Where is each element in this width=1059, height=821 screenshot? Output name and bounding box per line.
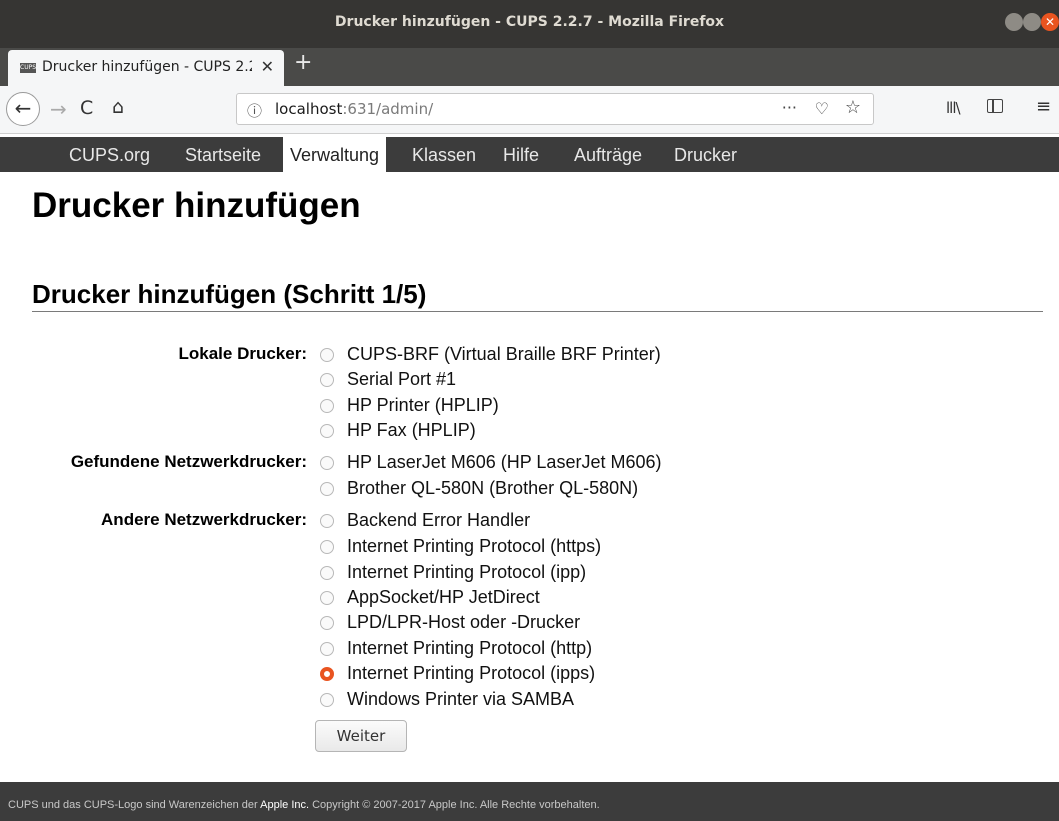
cups-nav-auftraege[interactable]: Aufträge [567,137,649,172]
group-label-gefundene-netzwerkdrucker: Gefundene Netzwerkdrucker: [70,452,307,471]
maximize-window-button[interactable] [1023,13,1041,31]
radio-button[interactable] [320,540,334,554]
radio-label[interactable]: AppSocket/HP JetDirect [347,587,540,608]
group-label-andere-netzwerkdrucker: Andere Netzwerkdrucker: [101,510,307,529]
radio-button[interactable] [320,591,334,605]
radio-label[interactable]: Internet Printing Protocol (ipps) [347,663,595,684]
radio-label[interactable]: HP LaserJet M606 (HP LaserJet M606) [347,452,661,473]
url-host: localhost [275,100,343,118]
radio-label[interactable]: Windows Printer via SAMBA [347,689,574,710]
radio-label[interactable]: Internet Printing Protocol (ipp) [347,562,586,583]
radio-label[interactable]: HP Printer (HPLIP) [347,395,499,416]
cups-nav-cups-org[interactable]: CUPS.org [62,137,157,172]
page-actions-icon[interactable]: ··· [782,98,797,117]
tab-title: Drucker hinzufügen - CUPS 2.2.7 [42,59,252,75]
cups-nav-verwaltung[interactable]: Verwaltung [283,137,387,172]
radio-button[interactable] [320,642,334,656]
url-text[interactable]: localhost:631/admin/ [275,100,433,118]
radio-label[interactable]: LPD/LPR-Host oder -Drucker [347,612,580,633]
tab-close-icon[interactable]: ✕ [261,57,274,76]
close-window-button[interactable]: ✕ [1041,13,1059,31]
sidebar-toggle-icon[interactable] [987,99,1003,113]
radio-button[interactable] [320,348,334,362]
radio-button-selected[interactable] [320,667,334,681]
weiter-button[interactable]: Weiter [315,720,407,752]
tab-strip: CUPS Drucker hinzufügen - CUPS 2.2.7 ✕ + [0,48,1059,86]
radio-label[interactable]: Internet Printing Protocol (https) [347,536,601,557]
new-tab-button[interactable]: + [294,50,312,75]
pocket-icon[interactable]: ♡ [815,99,829,118]
radio-label[interactable]: Serial Port #1 [347,369,456,390]
url-bar[interactable]: ⓘ localhost:631/admin/ ··· ♡ ☆ [236,93,874,125]
footer-copyright: CUPS und das CUPS-Logo sind Warenzeichen… [8,799,600,811]
navigation-toolbar: ← → C ⌂ ⓘ localhost:631/admin/ ··· ♡ ☆ l… [0,86,1059,134]
radio-label[interactable]: CUPS-BRF (Virtual Braille BRF Printer) [347,344,661,365]
window-titlebar: Drucker hinzufügen - CUPS 2.2.7 - Mozill… [0,0,1059,48]
minimize-window-button[interactable] [1005,13,1023,31]
bookmark-star-icon[interactable]: ☆ [845,97,861,118]
library-icon[interactable]: lll\ [946,99,961,117]
radio-button[interactable] [320,399,334,413]
radio-label[interactable]: Brother QL-580N (Brother QL-580N) [347,478,638,499]
radio-button[interactable] [320,373,334,387]
cups-nav-klassen[interactable]: Klassen [405,137,483,172]
cups-menu-bar: CUPS.org Startseite Verwaltung Klassen H… [0,137,1059,172]
url-path: :631/admin/ [342,100,434,118]
radio-button[interactable] [320,616,334,630]
cups-favicon-icon: CUPS [20,63,37,73]
browser-tab-active[interactable]: CUPS Drucker hinzufügen - CUPS 2.2.7 ✕ [8,50,284,86]
site-info-icon[interactable]: ⓘ [247,100,262,121]
cups-nav-drucker[interactable]: Drucker [667,137,744,172]
radio-button[interactable] [320,456,334,470]
page-title: Drucker hinzufügen [32,186,361,225]
group-label-lokale-drucker: Lokale Drucker: [178,344,308,363]
radio-button[interactable] [320,566,334,580]
home-button[interactable]: ⌂ [112,96,124,118]
cups-nav-startseite[interactable]: Startseite [178,137,268,172]
back-button[interactable]: ← [6,92,40,126]
radio-label[interactable]: Internet Printing Protocol (http) [347,638,592,659]
cups-nav-hilfe[interactable]: Hilfe [496,137,546,172]
footer-text-after: Copyright © 2007-2017 Apple Inc. Alle Re… [309,799,600,811]
radio-label[interactable]: Backend Error Handler [347,510,530,531]
section-title: Drucker hinzufügen (Schritt 1/5) [32,279,427,309]
radio-label[interactable]: HP Fax (HPLIP) [347,420,476,441]
window-title: Drucker hinzufügen - CUPS 2.2.7 - Mozill… [334,14,725,30]
forward-button[interactable]: → [50,97,67,121]
radio-button[interactable] [320,482,334,496]
apple-link[interactable]: Apple Inc. [260,799,309,811]
reload-button[interactable]: C [80,97,93,119]
hamburger-menu-icon[interactable]: ≡ [1036,96,1051,117]
radio-button[interactable] [320,424,334,438]
radio-button[interactable] [320,693,334,707]
radio-button[interactable] [320,514,334,528]
footer-text-before: CUPS und das CUPS-Logo sind Warenzeichen… [8,799,261,811]
footer: CUPS und das CUPS-Logo sind Warenzeichen… [0,782,1059,821]
section-divider [32,311,1043,312]
